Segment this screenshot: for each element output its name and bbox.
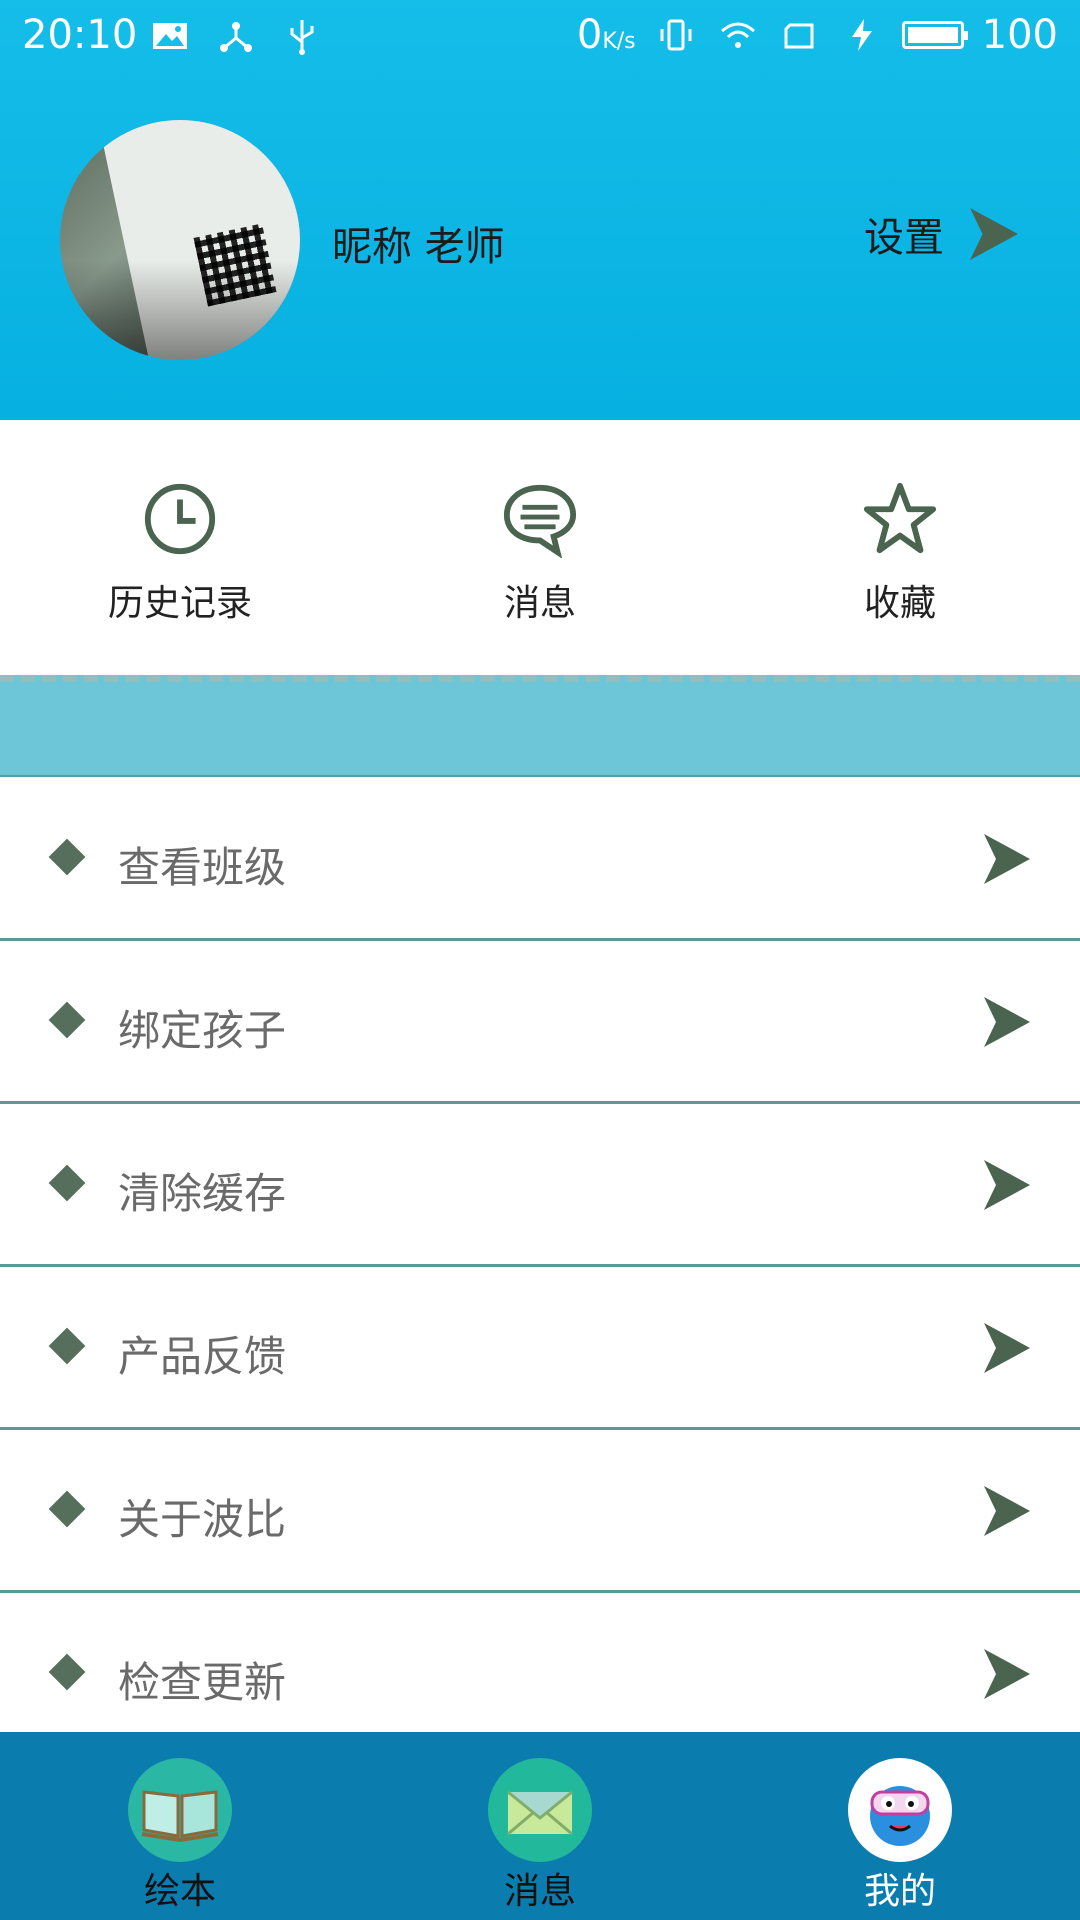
menu-product-feedback[interactable]: 产品反馈 [0, 1267, 1080, 1430]
menu-label: 绑定孩子 [118, 1006, 287, 1055]
settings-button[interactable]: 设置 [864, 205, 1020, 263]
history-button[interactable]: 历史记录 [0, 420, 360, 675]
menu-label: 检查更新 [118, 1658, 287, 1707]
charging-icon [840, 13, 884, 57]
wifi-icon [716, 13, 760, 57]
share-network-icon [214, 14, 258, 58]
messages-label: 消息 [503, 583, 576, 624]
menu-bind-child[interactable]: 绑定孩子 [0, 941, 1080, 1104]
arrow-right-icon [984, 1160, 1030, 1210]
nav-mine[interactable]: 我的 [720, 1732, 1080, 1920]
settings-menu: 查看班级 绑定孩子 清除缓存 产品反馈 关于波比 检查更新 [0, 778, 1080, 1753]
net-unit: K/s [602, 29, 636, 54]
quick-actions: 历史记录 消息 收藏 [0, 420, 1080, 675]
vibrate-icon [654, 13, 698, 57]
battery-icon [901, 21, 968, 49]
menu-label: 关于波比 [118, 1495, 287, 1544]
menu-label: 产品反馈 [118, 1332, 287, 1381]
menu-about[interactable]: 关于波比 [0, 1430, 1080, 1593]
avatar[interactable] [60, 120, 300, 360]
messages-button[interactable]: 消息 [360, 420, 720, 675]
favorites-button[interactable]: 收藏 [720, 420, 1080, 675]
envelope-icon [488, 1758, 592, 1862]
nav-label: 我的 [863, 1871, 936, 1912]
book-icon [128, 1758, 232, 1862]
mascot-icon [848, 1758, 952, 1862]
menu-check-update[interactable]: 检查更新 [0, 1593, 1080, 1753]
diamond-bullet-icon [48, 838, 86, 876]
battery-level: 100 [981, 12, 1058, 58]
arrow-right-icon [984, 834, 1030, 884]
user-nickname: 昵称 老师 [332, 224, 505, 270]
diamond-bullet-icon [48, 1164, 86, 1202]
diamond-bullet-icon [48, 1490, 86, 1528]
history-label: 历史记录 [107, 583, 252, 624]
bottom-nav: 绘本 消息 我的 [0, 1732, 1080, 1920]
nav-label: 绘本 [143, 1871, 216, 1912]
settings-label: 设置 [864, 215, 944, 261]
status-bar: 20:10 0K/s 100 [0, 0, 1080, 75]
nav-picture-books[interactable]: 绘本 [0, 1732, 360, 1920]
diamond-bullet-icon [48, 1653, 86, 1691]
diamond-bullet-icon [48, 1001, 86, 1039]
nav-label: 消息 [503, 1871, 576, 1912]
sim-card-icon [778, 13, 822, 57]
chat-bubble-icon [503, 484, 577, 558]
clock-icon [144, 483, 216, 555]
status-time: 20:10 [22, 12, 138, 58]
net-speed: 0K/s [576, 12, 636, 58]
menu-view-class[interactable]: 查看班级 [0, 778, 1080, 941]
menu-label: 清除缓存 [118, 1169, 287, 1218]
arrow-right-icon [984, 997, 1030, 1047]
arrow-right-icon [984, 1323, 1030, 1373]
section-divider-band [0, 675, 1080, 777]
arrow-right-icon [970, 208, 1018, 260]
nav-messages[interactable]: 消息 [360, 1732, 720, 1920]
favorites-label: 收藏 [863, 583, 936, 624]
arrow-right-icon [984, 1486, 1030, 1536]
star-icon [863, 482, 937, 554]
menu-label: 查看班级 [118, 843, 287, 892]
usb-icon [280, 14, 324, 58]
profile-header: 20:10 0K/s 100 昵称 老师 设置 [0, 0, 1080, 420]
arrow-right-icon [984, 1649, 1030, 1699]
diamond-bullet-icon [48, 1327, 86, 1365]
gallery-icon [148, 14, 192, 58]
menu-clear-cache[interactable]: 清除缓存 [0, 1104, 1080, 1267]
